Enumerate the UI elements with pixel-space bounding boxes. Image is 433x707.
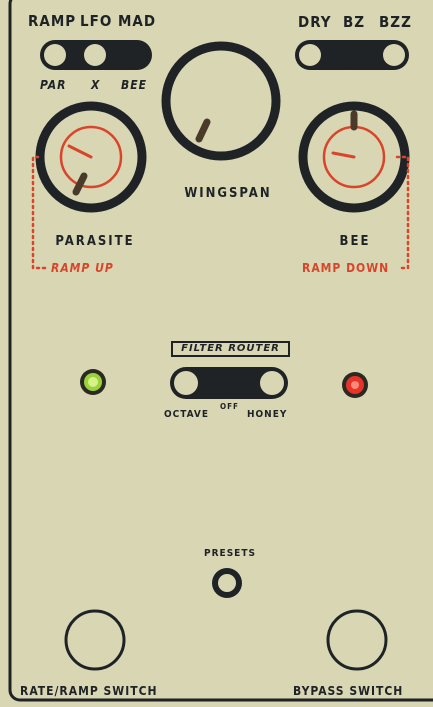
switch-position-dry[interactable] [299, 44, 321, 66]
switch-position-octave[interactable] [174, 371, 198, 395]
parasite-label: PARASITE [55, 234, 135, 249]
switch-position-mad[interactable] [125, 43, 149, 67]
switch-position-ramp[interactable] [44, 44, 66, 66]
switch-position-bzz[interactable] [383, 44, 405, 66]
filter-label-honey: HONEY [247, 409, 288, 420]
rate-ramp-footswitch[interactable] [64, 609, 126, 671]
top-left-toggle-switch [40, 40, 152, 70]
switch-label-lfo: LFO [80, 12, 113, 30]
wingspan-label: WINGSPAN [184, 186, 272, 201]
switch-label-bzz: BZZ [379, 13, 412, 31]
filter-router-title: FILTER ROUTER [181, 343, 280, 354]
filter-label-octave: OCTAVE [164, 409, 210, 420]
filter-label-off: OFF [220, 402, 239, 411]
ramp-down-label: RAMP DOWN [302, 261, 390, 275]
switch-position-honey[interactable] [260, 371, 284, 395]
bee-knob[interactable] [298, 101, 410, 213]
filter-router-switch [170, 367, 288, 399]
switch-label-bz: BZ [343, 13, 366, 31]
wingspan-knob[interactable] [161, 41, 281, 161]
rate-ramp-switch-label: RATE/RAMP SWITCH [20, 684, 158, 698]
filter-router-title-box: FILTER ROUTER [171, 341, 290, 357]
switch-label-mad: MAD [118, 12, 157, 30]
bypass-footswitch[interactable] [326, 609, 388, 671]
bypass-switch-label: BYPASS SWITCH [293, 684, 404, 698]
presets-label: PRESETS [204, 548, 256, 559]
switch-position-off[interactable] [217, 371, 241, 395]
pedal-panel: RAMP LFO MAD PAR X BEE DRY BZ BZZ WINGSP… [0, 0, 433, 707]
bee-label: BEE [339, 234, 371, 249]
switch-label-ramp: RAMP [28, 12, 77, 30]
left-led [80, 369, 106, 395]
switch-label-x: X [91, 78, 101, 92]
ramp-up-label: RAMP UP [51, 261, 114, 275]
right-led [342, 372, 368, 398]
switch-label-par: PAR [40, 78, 67, 92]
top-right-toggle-switch [295, 40, 409, 70]
switch-label-dry: DRY [298, 13, 332, 31]
presets-button[interactable] [212, 568, 242, 598]
switch-position-lfo[interactable] [84, 44, 106, 66]
switch-label-bee: BEE [121, 78, 147, 92]
parasite-knob[interactable] [35, 101, 147, 213]
switch-position-bz[interactable] [341, 44, 363, 66]
